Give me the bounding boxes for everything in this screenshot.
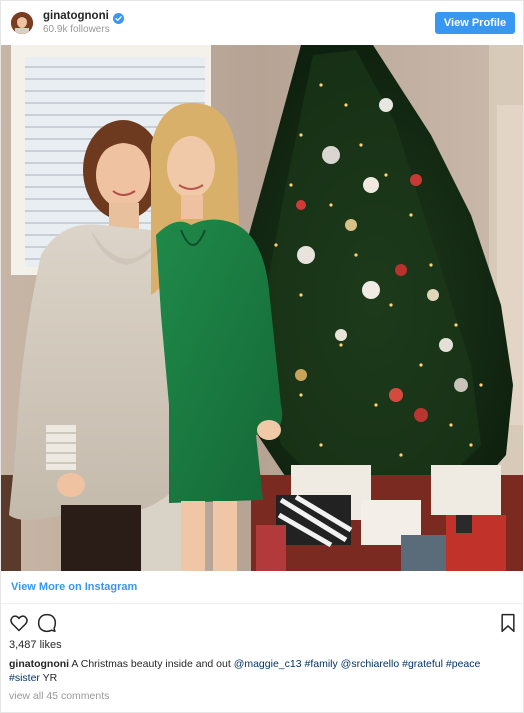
user-block: ginatognoni 60.9k followers xyxy=(43,10,124,36)
likes-count: 3,487 likes xyxy=(9,639,62,651)
instagram-embed-card: ginatognoni 60.9k followers View Profile xyxy=(0,0,524,713)
caption-hashtag[interactable]: #sister xyxy=(9,672,40,684)
caption-text: A Christmas beauty inside and out xyxy=(71,658,231,670)
comment-icon[interactable] xyxy=(37,613,57,633)
view-profile-button[interactable]: View Profile xyxy=(435,12,515,34)
heart-icon[interactable] xyxy=(9,613,29,633)
view-all-comments-link[interactable]: view all 45 comments xyxy=(9,690,109,702)
avatar[interactable] xyxy=(11,12,33,34)
followers-count: 60.9k followers xyxy=(43,24,110,36)
post-caption: ginatognoni A Christmas beauty inside an… xyxy=(9,657,519,685)
post-photo[interactable] xyxy=(1,45,523,571)
verified-badge-icon xyxy=(112,11,124,25)
caption-trailing-text: YR xyxy=(42,672,58,684)
username[interactable]: ginatognoni xyxy=(43,10,109,23)
caption-hashtag[interactable]: #peace xyxy=(446,658,480,670)
caption-mention[interactable]: @maggie_c13 xyxy=(234,658,302,670)
divider xyxy=(1,603,523,604)
caption-mention[interactable]: @srchiarello xyxy=(341,658,400,670)
caption-username[interactable]: ginatognoni xyxy=(9,658,69,670)
post-header: ginatognoni 60.9k followers View Profile xyxy=(1,1,523,45)
caption-hashtag[interactable]: #family xyxy=(304,658,337,670)
post-actions xyxy=(9,613,515,633)
caption-hashtag[interactable]: #grateful xyxy=(402,658,443,670)
bookmark-icon[interactable] xyxy=(499,613,519,633)
view-more-on-instagram-link[interactable]: View More on Instagram xyxy=(11,581,137,593)
